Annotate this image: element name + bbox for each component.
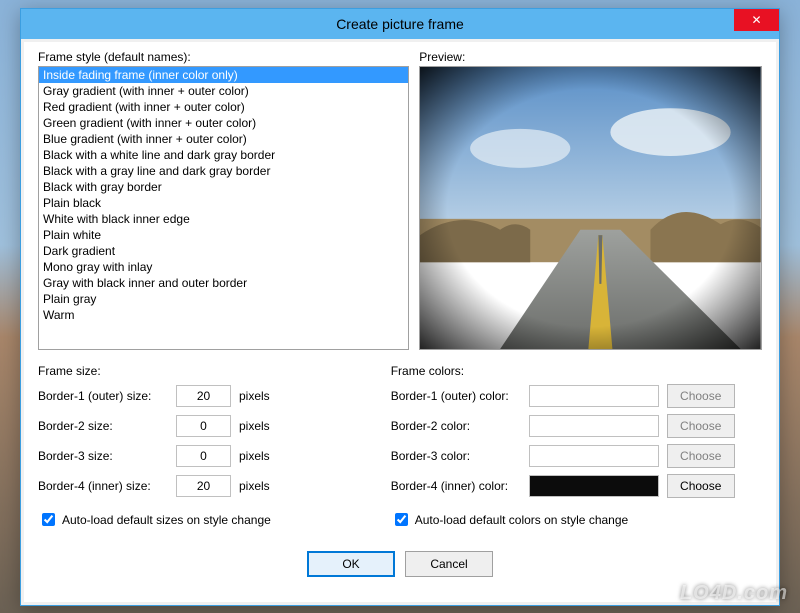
button-row: OK Cancel xyxy=(38,551,762,577)
frame-style-item[interactable]: Plain white xyxy=(39,227,408,243)
size-input-2[interactable] xyxy=(176,415,231,437)
size-label: Border-3 size: xyxy=(38,449,168,463)
color-row: Border-4 (inner) color: Choose xyxy=(391,474,762,498)
autoload-sizes-checkbox[interactable] xyxy=(42,513,55,526)
color-row: Border-3 color: Choose xyxy=(391,444,762,468)
choose-color-button-2[interactable]: Choose xyxy=(667,414,735,438)
frame-style-item[interactable]: Black with gray border xyxy=(39,179,408,195)
frame-style-item[interactable]: Plain black xyxy=(39,195,408,211)
cancel-button[interactable]: Cancel xyxy=(405,551,493,577)
size-row: Border-3 size: pixels xyxy=(38,444,381,468)
autoload-colors-row: Auto-load default colors on style change xyxy=(391,510,762,529)
size-row: Border-4 (inner) size: pixels xyxy=(38,474,381,498)
choose-color-button-4[interactable]: Choose xyxy=(667,474,735,498)
frame-style-item[interactable]: Inside fading frame (inner color only) xyxy=(39,67,408,83)
frame-style-item[interactable]: Black with a white line and dark gray bo… xyxy=(39,147,408,163)
frame-size-section: Frame size: Border-1 (outer) size: pixels… xyxy=(38,364,381,529)
preview-label: Preview: xyxy=(419,50,762,64)
size-input-4[interactable] xyxy=(176,475,231,497)
frame-style-item[interactable]: Plain gray xyxy=(39,291,408,307)
color-label: Border-1 (outer) color: xyxy=(391,389,521,403)
frame-style-item[interactable]: Warm xyxy=(39,307,408,323)
frame-style-listbox[interactable]: Inside fading frame (inner color only)Gr… xyxy=(38,66,409,350)
size-input-1[interactable] xyxy=(176,385,231,407)
size-unit: pixels xyxy=(239,389,270,403)
frame-colors-section: Frame colors: Border-1 (outer) color: Cho… xyxy=(391,364,762,529)
frame-style-item[interactable]: Gray with black inner and outer border xyxy=(39,275,408,291)
color-swatch-4 xyxy=(529,475,659,497)
color-row: Border-1 (outer) color: Choose xyxy=(391,384,762,408)
color-swatch-1 xyxy=(529,385,659,407)
preview-box xyxy=(419,66,762,350)
choose-color-button-1[interactable]: Choose xyxy=(667,384,735,408)
frame-style-item[interactable]: Gray gradient (with inner + outer color) xyxy=(39,83,408,99)
size-label: Border-1 (outer) size: xyxy=(38,389,168,403)
frame-style-item[interactable]: Mono gray with inlay xyxy=(39,259,408,275)
size-unit: pixels xyxy=(239,479,270,493)
top-row: Frame style (default names): Inside fadi… xyxy=(38,50,762,350)
bottom-row: Frame size: Border-1 (outer) size: pixels… xyxy=(38,364,762,529)
color-row: Border-2 color: Choose xyxy=(391,414,762,438)
autoload-sizes-label[interactable]: Auto-load default sizes on style change xyxy=(62,513,271,527)
preview-image xyxy=(420,67,761,349)
size-unit: pixels xyxy=(239,419,270,433)
size-label: Border-2 size: xyxy=(38,419,168,433)
frame-style-item[interactable]: Red gradient (with inner + outer color) xyxy=(39,99,408,115)
frame-size-label: Frame size: xyxy=(38,364,381,378)
size-input-3[interactable] xyxy=(176,445,231,467)
frame-style-label: Frame style (default names): xyxy=(38,50,409,64)
color-swatch-3 xyxy=(529,445,659,467)
frame-colors-label: Frame colors: xyxy=(391,364,762,378)
dialog-content: Frame style (default names): Inside fadi… xyxy=(24,42,776,602)
close-icon: ✕ xyxy=(751,13,761,27)
autoload-colors-label[interactable]: Auto-load default colors on style change xyxy=(415,513,628,527)
preview-section: Preview: xyxy=(419,50,762,350)
color-label: Border-2 color: xyxy=(391,419,521,433)
size-row: Border-2 size: pixels xyxy=(38,414,381,438)
frame-style-section: Frame style (default names): Inside fadi… xyxy=(38,50,409,350)
frame-style-item[interactable]: White with black inner edge xyxy=(39,211,408,227)
dialog: Create picture frame ✕ Frame style (defa… xyxy=(20,8,780,606)
autoload-sizes-row: Auto-load default sizes on style change xyxy=(38,510,381,529)
size-label: Border-4 (inner) size: xyxy=(38,479,168,493)
ok-button[interactable]: OK xyxy=(307,551,395,577)
frame-style-item[interactable]: Green gradient (with inner + outer color… xyxy=(39,115,408,131)
close-button[interactable]: ✕ xyxy=(734,9,779,31)
size-unit: pixels xyxy=(239,449,270,463)
frame-style-item[interactable]: Blue gradient (with inner + outer color) xyxy=(39,131,408,147)
color-label: Border-3 color: xyxy=(391,449,521,463)
size-row: Border-1 (outer) size: pixels xyxy=(38,384,381,408)
choose-color-button-3[interactable]: Choose xyxy=(667,444,735,468)
frame-style-item[interactable]: Black with a gray line and dark gray bor… xyxy=(39,163,408,179)
autoload-colors-checkbox[interactable] xyxy=(395,513,408,526)
window-title: Create picture frame xyxy=(336,16,464,32)
color-swatch-2 xyxy=(529,415,659,437)
frame-style-item[interactable]: Dark gradient xyxy=(39,243,408,259)
color-label: Border-4 (inner) color: xyxy=(391,479,521,493)
titlebar: Create picture frame ✕ xyxy=(21,9,779,39)
